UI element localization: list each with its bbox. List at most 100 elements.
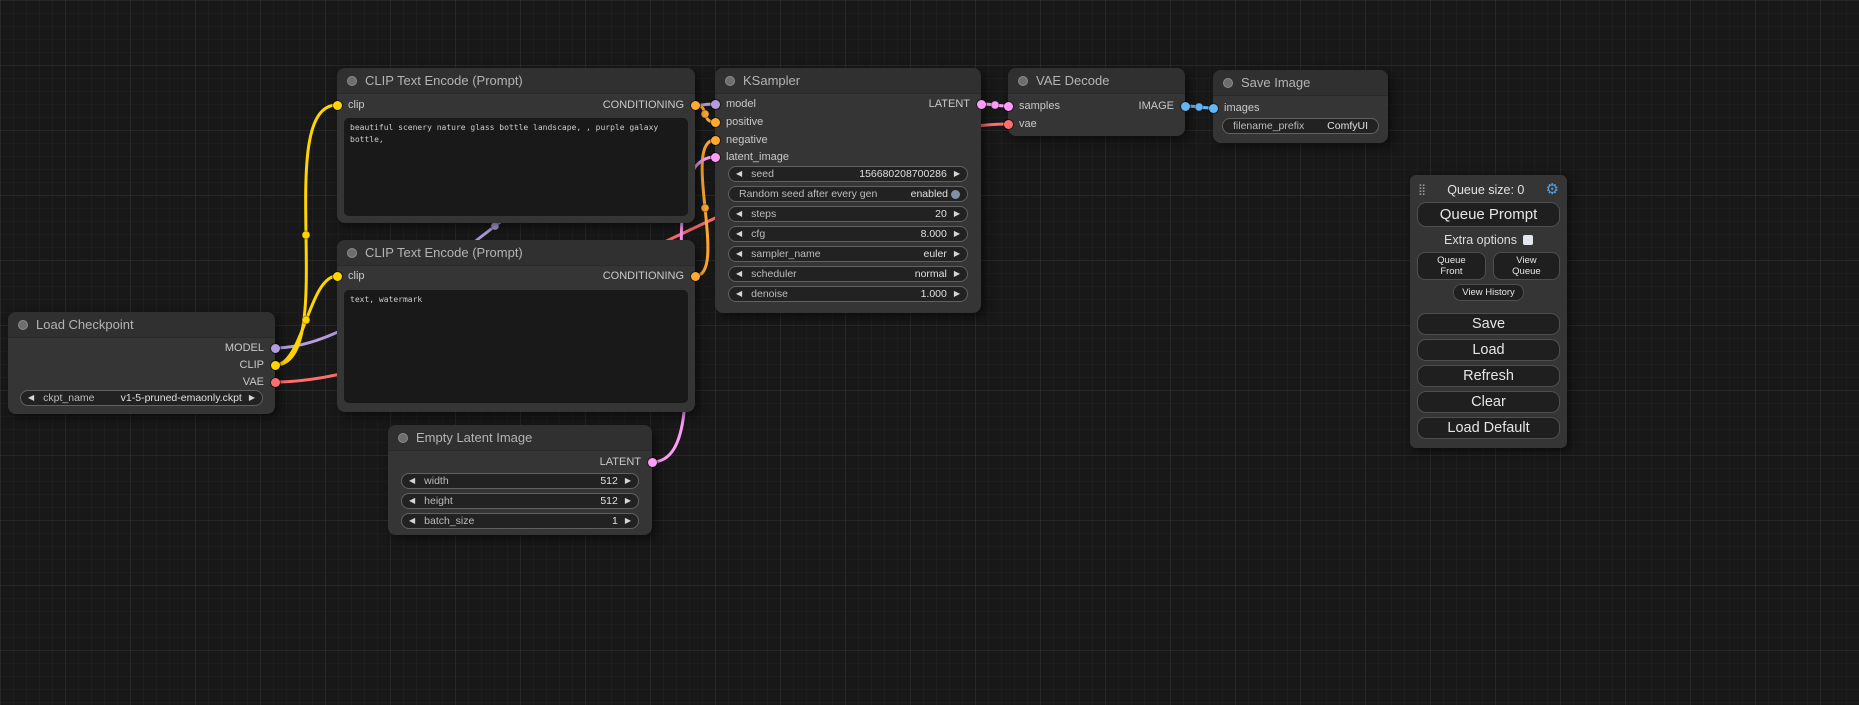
increment-icon[interactable]: ▶	[249, 394, 255, 402]
increment-icon[interactable]: ▶	[954, 270, 960, 278]
queue-front-button[interactable]: Queue Front	[1417, 252, 1486, 280]
input-slot-samples[interactable]: samples	[1008, 99, 1060, 113]
slot-dot-conditioning[interactable]	[711, 118, 720, 127]
node-save-image[interactable]: Save Image images filename_prefix ComfyU…	[1213, 70, 1388, 143]
decrement-icon[interactable]: ◀	[736, 170, 742, 178]
node-title-bar[interactable]: KSampler	[715, 68, 981, 94]
decrement-icon[interactable]: ◀	[736, 250, 742, 258]
widget-height[interactable]: ◀ height 512 ▶	[401, 493, 639, 509]
load-button[interactable]: Load	[1417, 339, 1560, 361]
node-collapse-dot-icon[interactable]	[725, 76, 735, 86]
slot-dot-clip[interactable]	[333, 101, 342, 110]
node-collapse-dot-icon[interactable]	[347, 76, 357, 86]
output-slot-vae[interactable]: VAE	[243, 375, 275, 389]
increment-icon[interactable]: ▶	[954, 250, 960, 258]
decrement-icon[interactable]: ◀	[736, 210, 742, 218]
slot-dot-latent[interactable]	[711, 153, 720, 162]
input-slot-positive[interactable]: positive	[715, 115, 763, 129]
output-slot-conditioning[interactable]: CONDITIONING	[603, 98, 695, 112]
decrement-icon[interactable]: ◀	[28, 394, 34, 402]
output-slot-image[interactable]: IMAGE	[1139, 99, 1185, 113]
widget-batch-size[interactable]: ◀ batch_size 1 ▶	[401, 513, 639, 529]
increment-icon[interactable]: ▶	[954, 230, 960, 238]
decrement-icon[interactable]: ◀	[736, 230, 742, 238]
node-title-bar[interactable]: Save Image	[1213, 70, 1388, 96]
slot-dot-clip[interactable]	[333, 272, 342, 281]
node-clip-text-encode-positive[interactable]: CLIP Text Encode (Prompt) clip CONDITION…	[337, 68, 695, 223]
output-slot-clip[interactable]: CLIP	[240, 358, 275, 372]
slot-dot-conditioning[interactable]	[691, 101, 700, 110]
view-queue-button[interactable]: View Queue	[1493, 252, 1560, 280]
load-default-button[interactable]: Load Default	[1417, 417, 1560, 439]
node-vae-decode[interactable]: VAE Decode samples vae IMAGE	[1008, 68, 1185, 136]
node-title-bar[interactable]: Load Checkpoint	[8, 312, 275, 338]
increment-icon[interactable]: ▶	[954, 290, 960, 298]
node-collapse-dot-icon[interactable]	[1018, 76, 1028, 86]
drag-handle-icon[interactable]: ⣿	[1418, 183, 1426, 196]
node-title-bar[interactable]: Empty Latent Image	[388, 425, 652, 451]
input-slot-clip[interactable]: clip	[337, 269, 365, 283]
slot-dot-model[interactable]	[271, 344, 280, 353]
output-slot-latent[interactable]: LATENT	[929, 97, 981, 111]
widget-random-seed-toggle[interactable]: Random seed after every gen enabled	[728, 186, 968, 202]
slot-dot-clip[interactable]	[271, 361, 280, 370]
decrement-icon[interactable]: ◀	[409, 517, 415, 525]
node-collapse-dot-icon[interactable]	[347, 248, 357, 258]
graph-canvas[interactable]: Load Checkpoint MODEL CLIP VAE ◀ ckpt_na…	[0, 0, 1859, 705]
increment-icon[interactable]: ▶	[625, 477, 631, 485]
input-slot-negative[interactable]: negative	[715, 133, 768, 147]
slot-dot-model[interactable]	[711, 100, 720, 109]
widget-width[interactable]: ◀ width 512 ▶	[401, 473, 639, 489]
node-load-checkpoint[interactable]: Load Checkpoint MODEL CLIP VAE ◀ ckpt_na…	[8, 312, 275, 414]
increment-icon[interactable]: ▶	[625, 497, 631, 505]
prompt-textarea[interactable]: beautiful scenery nature glass bottle la…	[344, 118, 688, 216]
widget-seed[interactable]: ◀ seed 156680208700286 ▶	[728, 166, 968, 182]
node-empty-latent-image[interactable]: Empty Latent Image LATENT ◀ width 512 ▶ …	[388, 425, 652, 535]
widget-filename-prefix[interactable]: filename_prefix ComfyUI	[1222, 118, 1379, 134]
widget-steps[interactable]: ◀ steps 20 ▶	[728, 206, 968, 222]
decrement-icon[interactable]: ◀	[409, 497, 415, 505]
queue-prompt-button[interactable]: Queue Prompt	[1417, 202, 1560, 227]
slot-dot-vae[interactable]	[1004, 120, 1013, 129]
slot-dot-latent[interactable]	[648, 458, 657, 467]
increment-icon[interactable]: ▶	[954, 170, 960, 178]
node-ksampler[interactable]: KSampler model positive negative latent_…	[715, 68, 981, 313]
view-history-button[interactable]: View History	[1453, 284, 1524, 301]
increment-icon[interactable]: ▶	[625, 517, 631, 525]
slot-dot-conditioning[interactable]	[691, 272, 700, 281]
slot-dot-latent[interactable]	[977, 100, 986, 109]
prompt-textarea[interactable]: text, watermark	[344, 290, 688, 403]
slot-dot-image[interactable]	[1181, 102, 1190, 111]
clear-button[interactable]: Clear	[1417, 391, 1560, 413]
extra-options-checkbox[interactable]	[1523, 235, 1533, 245]
node-clip-text-encode-negative[interactable]: CLIP Text Encode (Prompt) clip CONDITION…	[337, 240, 695, 412]
widget-denoise[interactable]: ◀ denoise 1.000 ▶	[728, 286, 968, 302]
refresh-button[interactable]: Refresh	[1417, 365, 1560, 387]
widget-scheduler[interactable]: ◀ scheduler normal ▶	[728, 266, 968, 282]
increment-icon[interactable]: ▶	[954, 210, 960, 218]
slot-dot-conditioning[interactable]	[711, 136, 720, 145]
output-slot-latent[interactable]: LATENT	[600, 455, 652, 469]
input-slot-clip[interactable]: clip	[337, 98, 365, 112]
node-title-bar[interactable]: CLIP Text Encode (Prompt)	[337, 68, 695, 94]
node-collapse-dot-icon[interactable]	[18, 320, 28, 330]
decrement-icon[interactable]: ◀	[736, 270, 742, 278]
output-slot-model[interactable]: MODEL	[225, 341, 275, 355]
input-slot-vae[interactable]: vae	[1008, 117, 1037, 131]
input-slot-latent-image[interactable]: latent_image	[715, 150, 789, 164]
slot-dot-image[interactable]	[1209, 104, 1218, 113]
settings-gear-icon[interactable]: ⚙	[1546, 182, 1559, 197]
input-slot-model[interactable]: model	[715, 97, 756, 111]
node-title-bar[interactable]: VAE Decode	[1008, 68, 1185, 94]
widget-cfg[interactable]: ◀ cfg 8.000 ▶	[728, 226, 968, 242]
decrement-icon[interactable]: ◀	[409, 477, 415, 485]
widget-sampler-name[interactable]: ◀ sampler_name euler ▶	[728, 246, 968, 262]
toggle-dot-icon[interactable]	[951, 190, 960, 199]
node-title-bar[interactable]: CLIP Text Encode (Prompt)	[337, 240, 695, 266]
widget-ckpt-name[interactable]: ◀ ckpt_name v1-5-pruned-emaonly.ckpt ▶	[20, 390, 263, 406]
node-collapse-dot-icon[interactable]	[1223, 78, 1233, 88]
output-slot-conditioning[interactable]: CONDITIONING	[603, 269, 695, 283]
decrement-icon[interactable]: ◀	[736, 290, 742, 298]
slot-dot-vae[interactable]	[271, 378, 280, 387]
save-button[interactable]: Save	[1417, 313, 1560, 335]
